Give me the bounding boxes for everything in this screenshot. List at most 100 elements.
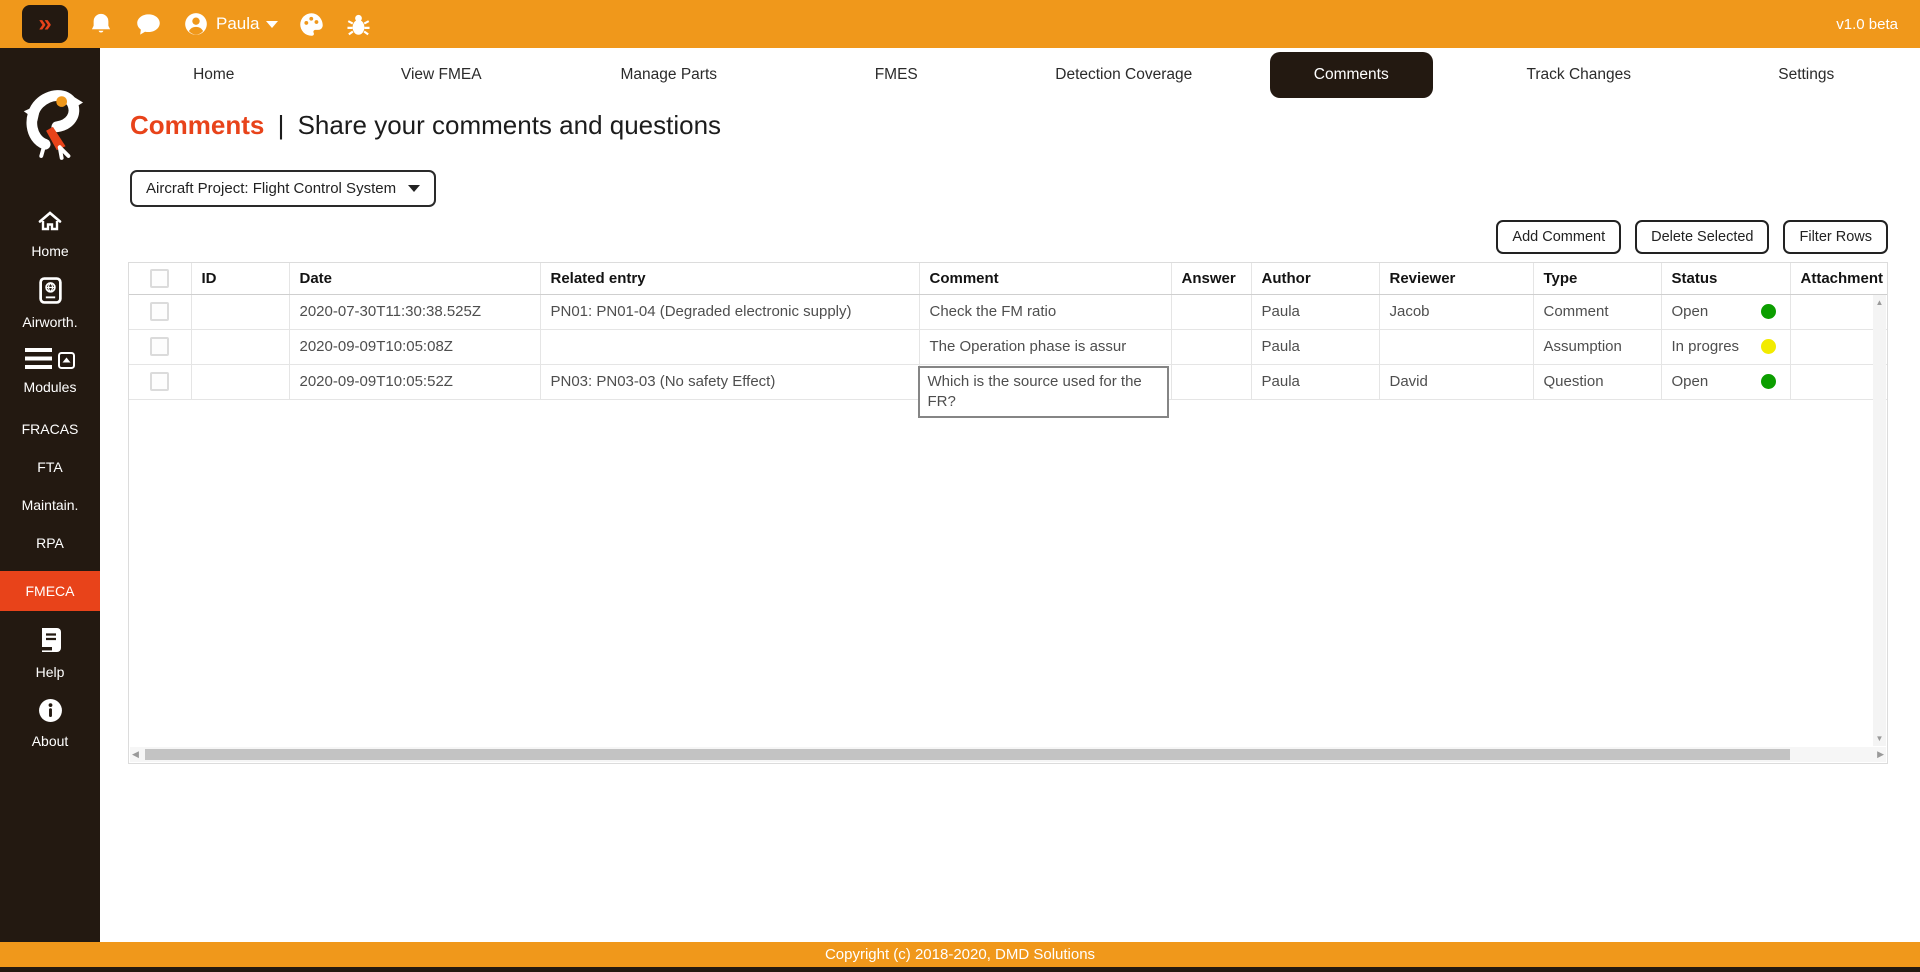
tab-comments[interactable]: Comments bbox=[1238, 52, 1466, 98]
scroll-left-arrow-icon[interactable]: ◀ bbox=[132, 749, 139, 760]
table-header-row: ID Date Related entry Comment Answer Aut… bbox=[129, 263, 1888, 294]
sidebar-item-about[interactable]: About bbox=[0, 698, 100, 749]
tab-bar: Home View FMEA Manage Parts FMES Detecti… bbox=[100, 48, 1920, 102]
cell-reviewer[interactable]: Jacob bbox=[1379, 294, 1533, 329]
cell-type[interactable]: Question bbox=[1533, 364, 1661, 399]
scroll-right-arrow-icon[interactable]: ▶ bbox=[1877, 749, 1884, 760]
cell-date[interactable]: 2020-07-30T11:30:38.525Z bbox=[289, 294, 540, 329]
bottom-strip bbox=[0, 967, 1920, 972]
cell-comment[interactable]: The Operation phase is assur bbox=[919, 329, 1171, 364]
sidebar-item-label: Help bbox=[36, 664, 65, 680]
col-header-date[interactable]: Date bbox=[289, 263, 540, 294]
tab-fmes[interactable]: FMES bbox=[783, 60, 1011, 90]
palette-icon[interactable] bbox=[298, 11, 325, 38]
user-name: Paula bbox=[216, 14, 259, 34]
sidebar-item-fmeca[interactable]: FMECA bbox=[0, 571, 100, 611]
cell-answer[interactable] bbox=[1171, 294, 1251, 329]
sidebar-item-label: FTA bbox=[37, 459, 62, 475]
user-menu[interactable]: Paula bbox=[183, 11, 278, 37]
tab-track-changes[interactable]: Track Changes bbox=[1465, 60, 1693, 90]
cell-author[interactable]: Paula bbox=[1251, 364, 1379, 399]
col-header-comment[interactable]: Comment bbox=[919, 263, 1171, 294]
col-header-type[interactable]: Type bbox=[1533, 263, 1661, 294]
status-dot bbox=[1761, 374, 1776, 389]
col-header-id[interactable]: ID bbox=[191, 263, 289, 294]
comment-row: 2020-07-30T11:30:38.525Z PN01: PN01-04 (… bbox=[129, 294, 1888, 329]
topbar: » Paula v1.0 beta bbox=[0, 0, 1920, 48]
sidebar-item-fta[interactable]: FTA bbox=[0, 459, 100, 475]
row-checkbox[interactable] bbox=[150, 302, 169, 321]
notifications-bell-icon[interactable] bbox=[88, 11, 114, 38]
tab-settings[interactable]: Settings bbox=[1693, 60, 1920, 90]
cell-status[interactable]: In progres bbox=[1661, 329, 1790, 364]
passport-icon bbox=[39, 277, 62, 309]
sidebar-item-maintain[interactable]: Maintain. bbox=[0, 497, 100, 513]
sidebar-item-help[interactable]: Help bbox=[0, 627, 100, 680]
panel-toggle-icon[interactable] bbox=[58, 352, 75, 374]
cell-status[interactable]: Open bbox=[1661, 364, 1790, 399]
tab-home[interactable]: Home bbox=[100, 60, 328, 90]
info-icon bbox=[38, 698, 63, 728]
cell-answer[interactable] bbox=[1171, 364, 1251, 399]
scroll-up-arrow-icon[interactable]: ▲ bbox=[1876, 298, 1884, 307]
select-all-checkbox[interactable] bbox=[150, 269, 169, 288]
status-dot bbox=[1761, 304, 1776, 319]
sidebar-item-airworthiness[interactable]: Airworth. bbox=[0, 277, 100, 330]
filter-rows-button[interactable]: Filter Rows bbox=[1783, 220, 1888, 254]
tab-manage-parts[interactable]: Manage Parts bbox=[555, 60, 783, 90]
cell-related-entry[interactable] bbox=[540, 329, 919, 364]
sidebar-item-label: FRACAS bbox=[22, 421, 79, 437]
tab-detection-coverage[interactable]: Detection Coverage bbox=[1010, 60, 1238, 90]
scroll-down-arrow-icon[interactable]: ▼ bbox=[1876, 734, 1884, 743]
vertical-scrollbar[interactable]: ▲ ▼ bbox=[1873, 295, 1886, 746]
col-header-attachment[interactable]: Attachment bbox=[1790, 263, 1888, 294]
copyright-text: Copyright (c) 2018-2020, DMD Solutions bbox=[825, 946, 1095, 963]
add-comment-button[interactable]: Add Comment bbox=[1496, 220, 1621, 254]
chat-icon[interactable] bbox=[134, 11, 163, 38]
project-selector-dropdown[interactable]: Aircraft Project: Flight Control System bbox=[130, 170, 436, 207]
sidebar-collapse-button[interactable]: » bbox=[22, 5, 68, 43]
cell-comment[interactable]: Check the FM ratio bbox=[919, 294, 1171, 329]
cell-answer[interactable] bbox=[1171, 329, 1251, 364]
cell-comment[interactable]: Which is the source used for the FR? bbox=[919, 364, 1171, 399]
cell-id[interactable] bbox=[191, 329, 289, 364]
sidebar-item-modules[interactable]: Modules bbox=[0, 348, 100, 395]
cell-type[interactable]: Comment bbox=[1533, 294, 1661, 329]
delete-selected-button[interactable]: Delete Selected bbox=[1635, 220, 1769, 254]
col-header-reviewer[interactable]: Reviewer bbox=[1379, 263, 1533, 294]
horizontal-scrollbar[interactable]: ◀ ▶ bbox=[130, 747, 1886, 762]
double-chevron-icon: » bbox=[38, 10, 51, 37]
sidebar-item-label: Modules bbox=[24, 379, 77, 395]
footer: Copyright (c) 2018-2020, DMD Solutions bbox=[0, 942, 1920, 967]
cell-reviewer[interactable] bbox=[1379, 329, 1533, 364]
col-header-author[interactable]: Author bbox=[1251, 263, 1379, 294]
cell-related-entry[interactable]: PN01: PN01-04 (Degraded electronic suppl… bbox=[540, 294, 919, 329]
cell-date[interactable]: 2020-09-09T10:05:08Z bbox=[289, 329, 540, 364]
cell-date[interactable]: 2020-09-09T10:05:52Z bbox=[289, 364, 540, 399]
row-checkbox[interactable] bbox=[150, 337, 169, 356]
user-icon bbox=[183, 11, 209, 37]
bug-icon[interactable] bbox=[345, 11, 372, 38]
comment-editor-textarea[interactable]: Which is the source used for the FR? bbox=[918, 366, 1169, 419]
comments-table: ID Date Related entry Comment Answer Aut… bbox=[128, 262, 1888, 764]
cell-status[interactable]: Open bbox=[1661, 294, 1790, 329]
cell-reviewer[interactable]: David bbox=[1379, 364, 1533, 399]
horizontal-scrollbar-thumb[interactable] bbox=[145, 749, 1790, 760]
cell-author[interactable]: Paula bbox=[1251, 329, 1379, 364]
status-text: Open bbox=[1672, 303, 1709, 320]
tab-view-fmea[interactable]: View FMEA bbox=[328, 60, 556, 90]
row-checkbox[interactable] bbox=[150, 372, 169, 391]
cell-id[interactable] bbox=[191, 294, 289, 329]
sidebar-item-home[interactable]: Home bbox=[0, 209, 100, 259]
caret-down-icon bbox=[408, 185, 420, 192]
col-header-related-entry[interactable]: Related entry bbox=[540, 263, 919, 294]
cell-author[interactable]: Paula bbox=[1251, 294, 1379, 329]
sidebar-item-rpa[interactable]: RPA bbox=[0, 535, 100, 551]
cell-type[interactable]: Assumption bbox=[1533, 329, 1661, 364]
book-icon bbox=[38, 627, 62, 659]
cell-id[interactable] bbox=[191, 364, 289, 399]
col-header-answer[interactable]: Answer bbox=[1171, 263, 1251, 294]
cell-related-entry[interactable]: PN03: PN03-03 (No safety Effect) bbox=[540, 364, 919, 399]
col-header-status[interactable]: Status bbox=[1661, 263, 1790, 294]
sidebar-item-fracas[interactable]: FRACAS bbox=[0, 421, 100, 437]
